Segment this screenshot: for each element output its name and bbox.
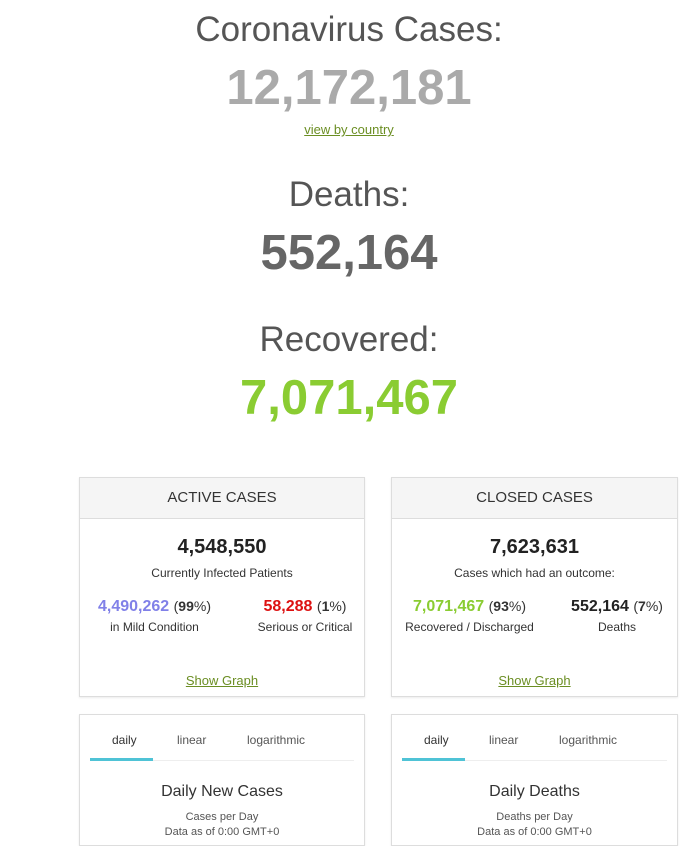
closed-deaths-stat: 552,164 (7%) Deaths xyxy=(564,598,670,634)
chart-subtitle: Cases per Day xyxy=(185,811,259,823)
closed-recovered-value: 7,071,467 xyxy=(412,598,485,615)
tab-logarithmic[interactable]: logarithmic xyxy=(559,733,617,747)
active-cases-panel: ACTIVE CASES 4,548,550 Currently Infecte… xyxy=(79,477,365,697)
active-cases-header: ACTIVE CASES xyxy=(80,478,364,519)
chart-tabs: daily linear logarithmic xyxy=(90,715,354,761)
closed-recovered-label: Recovered / Discharged xyxy=(405,620,534,634)
active-tab-indicator xyxy=(90,758,153,761)
closed-recovered-pct: 93 xyxy=(493,598,509,614)
serious-pct: 1 xyxy=(321,598,330,614)
daily-new-cases-panel: daily linear logarithmic Daily New Cases… xyxy=(79,714,365,846)
closed-show-graph-link[interactable]: Show Graph xyxy=(498,673,570,688)
tab-linear[interactable]: linear xyxy=(177,733,206,747)
chart-note: Data as of 0:00 GMT+0 xyxy=(477,826,592,838)
mild-condition-stat: 4,490,262 (99%) in Mild Condition xyxy=(92,598,217,634)
chart-tabs: daily linear logarithmic xyxy=(402,715,667,761)
tab-logarithmic[interactable]: logarithmic xyxy=(247,733,305,747)
chart-note: Data as of 0:00 GMT+0 xyxy=(164,826,280,838)
closed-deaths-label: Deaths xyxy=(597,620,637,634)
closed-deaths-value: 552,164 xyxy=(571,598,629,615)
chart-subtitle: Deaths per Day xyxy=(496,811,573,823)
mild-label: in Mild Condition xyxy=(110,620,199,634)
recovered-stat: 7,071,467 (93%) Recovered / Discharged xyxy=(402,598,537,634)
cases-total: 12,172,181 xyxy=(226,61,472,115)
active-show-graph-link[interactable]: Show Graph xyxy=(186,673,258,688)
recovered-title: Recovered: xyxy=(259,320,439,359)
deaths-title: Deaths: xyxy=(288,175,410,214)
closed-cases-subtitle: Cases which had an outcome: xyxy=(454,566,615,580)
active-tab-indicator xyxy=(402,758,465,761)
active-cases-total: 4,548,550 xyxy=(177,536,267,558)
serious-critical-stat: 58,288 (1%) Serious or Critical xyxy=(252,598,358,634)
daily-deaths-panel: daily linear logarithmic Daily Deaths De… xyxy=(391,714,678,846)
recovered-total: 7,071,467 xyxy=(240,371,458,425)
mild-value: 4,490,262 xyxy=(97,598,170,615)
serious-value: 58,288 xyxy=(263,598,313,615)
deaths-total: 552,164 xyxy=(260,226,438,280)
closed-cases-panel: CLOSED CASES 7,623,631 Cases which had a… xyxy=(391,477,678,697)
active-cases-subtitle: Currently Infected Patients xyxy=(151,566,293,580)
closed-cases-header: CLOSED CASES xyxy=(392,478,677,519)
cases-title: Coronavirus Cases: xyxy=(195,10,503,49)
serious-label: Serious or Critical xyxy=(257,620,353,634)
tab-daily[interactable]: daily xyxy=(112,733,137,747)
closed-cases-total: 7,623,631 xyxy=(490,536,579,558)
tab-daily[interactable]: daily xyxy=(424,733,449,747)
closed-deaths-pct: 7 xyxy=(638,598,646,614)
mild-pct: 99 xyxy=(178,598,194,614)
chart-title: Daily New Cases xyxy=(161,783,283,800)
view-by-country-link[interactable]: view by country xyxy=(304,122,394,137)
chart-title: Daily Deaths xyxy=(489,783,580,800)
tab-linear[interactable]: linear xyxy=(489,733,518,747)
